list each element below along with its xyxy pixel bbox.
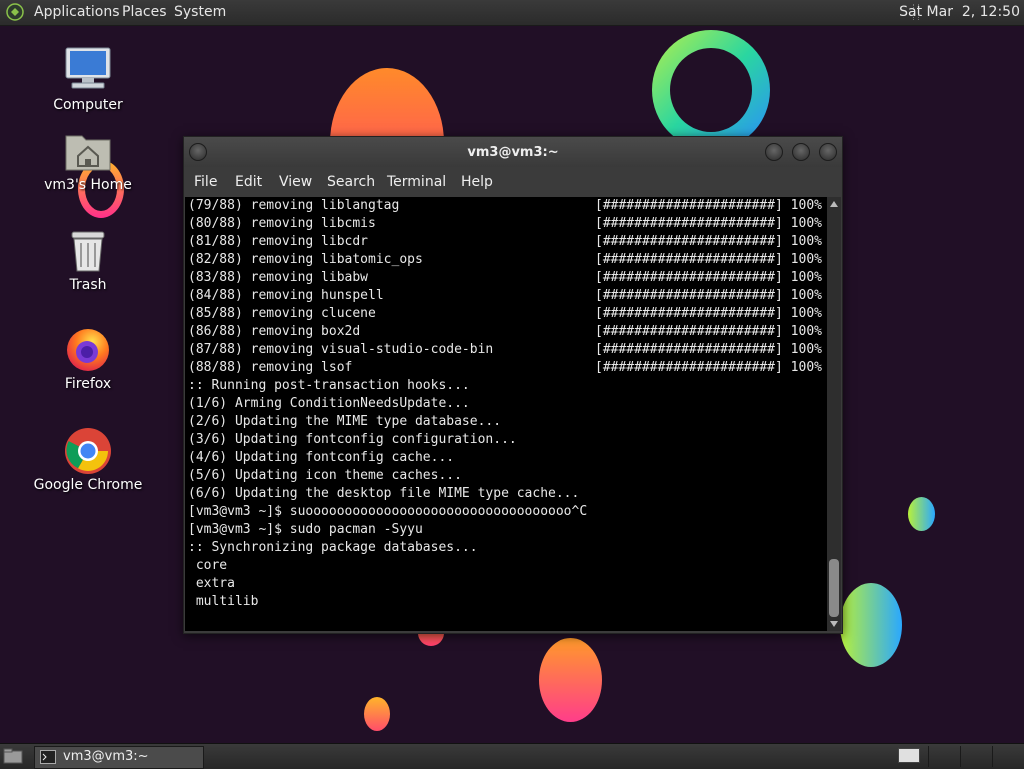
desktop-icon-label: Firefox (64, 376, 112, 392)
desktop-icon-label: Trash (69, 277, 107, 293)
desktop-icon-home[interactable]: vm3's Home (28, 128, 148, 198)
terminal-line-text: (84/88) removing hunspell (188, 288, 384, 303)
window-menubar: File Edit View Search Terminal Help (184, 167, 842, 197)
terminal-line: (5/6) Updating icon theme caches... (188, 468, 462, 483)
progress-bar-text: [######################] 100% (595, 342, 822, 357)
close-button[interactable] (819, 143, 837, 161)
terminal-line-text: (82/88) removing libatomic_ops (188, 252, 423, 267)
minimize-button[interactable] (765, 143, 783, 161)
distro-logo-icon[interactable] (6, 3, 24, 21)
menu-terminal[interactable]: Terminal (387, 174, 446, 190)
terminal-line: core (188, 558, 228, 573)
top-panel: Applications Places System Sat Mar 2, 12… (0, 0, 1024, 26)
window-titlebar[interactable]: vm3@vm3:~ (184, 137, 842, 167)
workspace-2[interactable] (928, 746, 959, 767)
progress-bar-text: [######################] 100% (595, 216, 822, 231)
menu-help[interactable]: Help (461, 174, 493, 190)
desktop-icon-label: Computer (53, 97, 123, 113)
firefox-icon (65, 326, 111, 376)
chrome-icon (64, 427, 112, 479)
desktop-icon-label: Google Chrome (33, 477, 143, 493)
terminal-line: (87/88) removing visual-studio-code-bin [… (185, 341, 827, 359)
terminal-line: (83/88) removing libabw [################… (185, 269, 827, 287)
terminal-line: (6/6) Updating the desktop file MIME typ… (188, 486, 580, 501)
progress-bar-text: [######################] 100% (595, 252, 822, 267)
desktop-icon-computer[interactable]: Computer (28, 46, 148, 116)
terminal-line: :: Running post-transaction hooks... (188, 378, 470, 393)
desktop-icon-firefox[interactable]: Firefox (28, 326, 148, 396)
terminal-line-text: (79/88) removing liblangtag (188, 198, 400, 213)
computer-icon (64, 46, 112, 94)
terminal-line: (3/6) Updating fontconfig configuration.… (188, 432, 517, 447)
desktop-icon-label: vm3's Home (44, 177, 132, 193)
progress-bar-text: [######################] 100% (595, 360, 822, 375)
terminal-line: (79/88) removing liblangtag [############… (185, 197, 827, 215)
terminal-line: (80/88) removing libcmis [###############… (185, 215, 827, 233)
system-menu[interactable]: System (174, 4, 226, 20)
bottom-panel: vm3@vm3:~ (0, 743, 1024, 769)
home-folder-icon (64, 128, 112, 176)
trash-icon (68, 229, 108, 277)
terminal-line-text: (88/88) removing lsof (188, 360, 353, 375)
terminal-line-text: (83/88) removing libabw (188, 270, 369, 285)
desktop-icon-chrome[interactable]: Google Chrome (28, 427, 148, 497)
progress-bar-text: [######################] 100% (595, 324, 822, 339)
terminal-line: (4/6) Updating fontconfig cache... (188, 450, 455, 465)
terminal-line-text: (80/88) removing libcmis (188, 216, 376, 231)
terminal-line-text: (87/88) removing visual-studio-code-bin (188, 342, 494, 357)
workspace-switcher-icon[interactable] (898, 748, 920, 763)
terminal-line: (82/88) removing libatomic_ops [#########… (185, 251, 827, 269)
terminal-line: (81/88) removing libcdr [################… (185, 233, 827, 251)
menu-edit[interactable]: Edit (235, 174, 262, 190)
menu-search[interactable]: Search (327, 174, 375, 190)
workspace-4[interactable] (992, 746, 1023, 767)
progress-bar-text: [######################] 100% (595, 270, 822, 285)
terminal-line-text: (85/88) removing clucene (188, 306, 376, 321)
terminal-line-text: (86/88) removing box2d (188, 324, 361, 339)
progress-bar-text: [######################] 100% (595, 288, 822, 303)
terminal-line: (86/88) removing box2d [#################… (185, 323, 827, 341)
places-menu[interactable]: Places (122, 4, 167, 20)
taskbar-item-label: vm3@vm3:~ (63, 749, 149, 764)
progress-bar-text: [######################] 100% (595, 198, 822, 213)
terminal-line: [vm3@vm3 ~]$ suooooooooooooooooooooooooo… (188, 504, 588, 519)
terminal-line: (84/88) removing hunspell [##############… (185, 287, 827, 305)
terminal-line: :: Synchronizing package databases... (188, 540, 478, 555)
terminal-line: [vm3@vm3 ~]$ sudo pacman -Syyu (188, 522, 423, 537)
scroll-down-arrow-icon[interactable] (830, 621, 838, 627)
menu-view[interactable]: View (279, 174, 312, 190)
maximize-button[interactable] (792, 143, 810, 161)
terminal-line: extra (188, 576, 235, 591)
applications-menu[interactable]: Applications (34, 4, 120, 20)
workspace-3[interactable] (960, 746, 991, 767)
desktop-icon-trash[interactable]: Trash (28, 229, 148, 295)
terminal-line: (1/6) Arming ConditionNeedsUpdate... (188, 396, 470, 411)
progress-bar-text: [######################] 100% (595, 234, 822, 249)
terminal-output[interactable]: (79/88) removing liblangtag [############… (185, 197, 827, 631)
terminal-window[interactable]: vm3@vm3:~ File Edit View Search Terminal… (183, 136, 843, 634)
show-desktop-icon[interactable] (3, 748, 23, 768)
terminal-line-text: (81/88) removing libcdr (188, 234, 369, 249)
terminal-line: multilib (188, 594, 259, 609)
scrollbar-thumb[interactable] (829, 559, 839, 617)
terminal-line: (88/88) removing lsof [##################… (185, 359, 827, 377)
taskbar-item-terminal[interactable]: vm3@vm3:~ (34, 746, 204, 769)
window-title: vm3@vm3:~ (467, 145, 559, 160)
terminal-scrollbar[interactable] (827, 197, 841, 631)
progress-bar-text: [######################] 100% (595, 306, 822, 321)
terminal-line: (2/6) Updating the MIME type database... (188, 414, 502, 429)
terminal-icon (40, 750, 56, 768)
menu-file[interactable]: File (194, 174, 217, 190)
scroll-up-arrow-icon[interactable] (830, 201, 838, 207)
terminal-line: (85/88) removing clucene [###############… (185, 305, 827, 323)
clock[interactable]: Sat Mar 2, 12:50 (899, 4, 1020, 20)
